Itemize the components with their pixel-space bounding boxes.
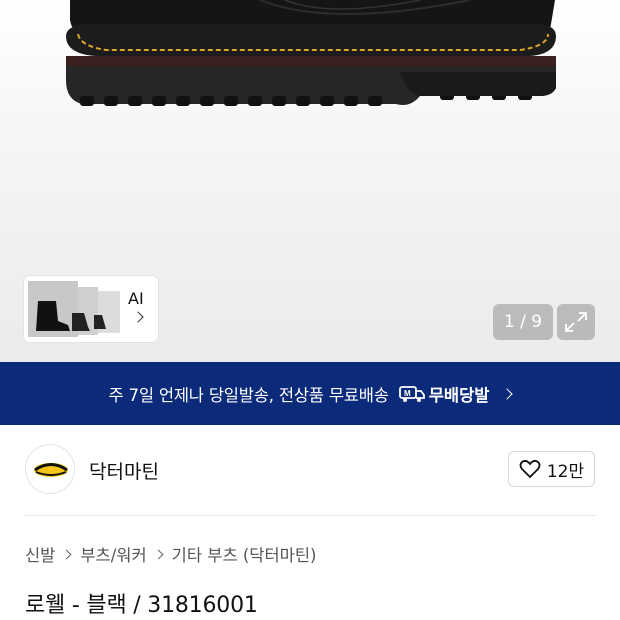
- ai-label: AI: [128, 289, 144, 308]
- banner-logo-text: 무배당발: [428, 385, 490, 405]
- product-title: 로웰 - 블랙 / 31816001: [25, 593, 258, 618]
- heart-icon: [519, 459, 541, 479]
- chevron-right-icon: [501, 387, 514, 400]
- breadcrumb: 신발 부츠/워커 기타 부츠 (닥터마틴): [25, 542, 316, 566]
- divider: [24, 515, 596, 516]
- brand-row: 닥터마틴 12만: [0, 425, 620, 515]
- image-counter: 1 / 9: [493, 304, 553, 340]
- expand-icon: [565, 312, 587, 332]
- ai-thumbnail-card[interactable]: AI: [24, 276, 158, 342]
- like-button[interactable]: 12만: [508, 451, 595, 487]
- product-image-gallery[interactable]: AI 1 / 9: [0, 0, 620, 362]
- brand-name[interactable]: 닥터마틴: [89, 457, 159, 484]
- brand-logo[interactable]: [25, 444, 75, 494]
- svg-text:M: M: [404, 389, 411, 398]
- chevron-right-icon: [153, 549, 164, 559]
- free-shipping-banner[interactable]: 주 7일 언제나 당일발송, 전상품 무료배송 M 무배당발: [0, 362, 620, 425]
- like-count: 12만: [546, 461, 585, 482]
- chevron-right-icon: [132, 311, 144, 323]
- expand-button[interactable]: [557, 304, 595, 340]
- delivery-truck-icon: M: [398, 385, 425, 402]
- chevron-right-icon: [61, 549, 72, 559]
- banner-text: 주 7일 언제나 당일발송, 전상품 무료배송: [108, 385, 389, 405]
- breadcrumb-item[interactable]: 부츠/워커: [80, 542, 146, 566]
- banner-logo: M 무배당발: [398, 382, 490, 406]
- brand-logo-image: [34, 463, 68, 477]
- thumbnail-stack: [28, 281, 120, 337]
- breadcrumb-item[interactable]: 기타 부츠 (닥터마틴): [172, 542, 317, 566]
- breadcrumb-item[interactable]: 신발: [25, 542, 55, 566]
